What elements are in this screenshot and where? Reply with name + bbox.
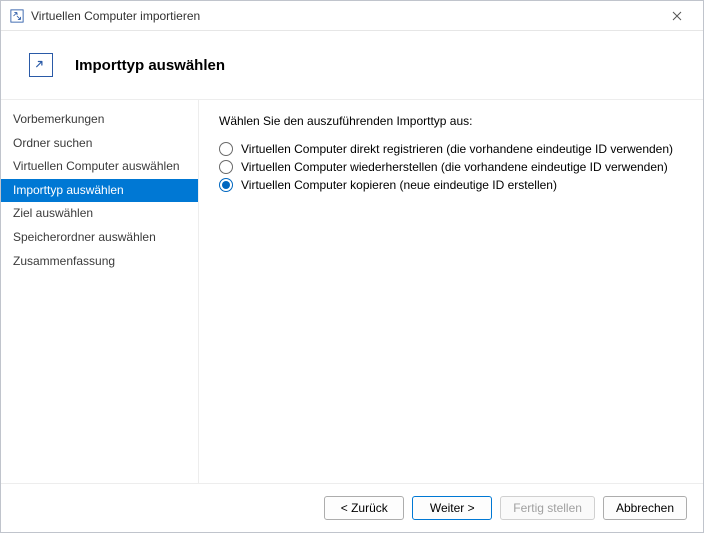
step-vm-auswaehlen[interactable]: Virtuellen Computer auswählen [1,155,198,179]
option-label: Virtuellen Computer wiederherstellen (di… [241,160,668,174]
import-icon [29,53,53,77]
wizard-body: Vorbemerkungen Ordner suchen Virtuellen … [1,100,703,483]
close-button[interactable] [657,2,697,30]
step-importtyp[interactable]: Importtyp auswählen [1,179,198,203]
option-register[interactable]: Virtuellen Computer direkt registrieren … [219,140,683,158]
wizard-content: Wählen Sie den auszuführenden Importtyp … [199,100,703,483]
titlebar: Virtuellen Computer importieren [1,1,703,31]
window-title: Virtuellen Computer importieren [31,9,657,23]
wizard-header: Importtyp auswählen [1,31,703,100]
wizard-footer: < Zurück Weiter > Fertig stellen Abbrech… [1,483,703,532]
step-speicherordner[interactable]: Speicherordner auswählen [1,226,198,250]
wizard-steps-sidebar: Vorbemerkungen Ordner suchen Virtuellen … [1,100,199,483]
option-copy[interactable]: Virtuellen Computer kopieren (neue einde… [219,176,683,194]
step-ordner-suchen[interactable]: Ordner suchen [1,132,198,156]
radio-icon [219,142,233,156]
next-button[interactable]: Weiter > [412,496,492,520]
step-zusammenfassung[interactable]: Zusammenfassung [1,250,198,274]
back-button[interactable]: < Zurück [324,496,404,520]
step-ziel[interactable]: Ziel auswählen [1,202,198,226]
radio-icon [219,160,233,174]
page-title: Importtyp auswählen [75,57,225,74]
option-restore[interactable]: Virtuellen Computer wiederherstellen (di… [219,158,683,176]
step-vorbemerkungen[interactable]: Vorbemerkungen [1,108,198,132]
app-icon [9,8,25,24]
radio-icon [219,178,233,192]
wizard-window: Virtuellen Computer importieren Importty… [0,0,704,533]
finish-button[interactable]: Fertig stellen [500,496,595,520]
content-prompt: Wählen Sie den auszuführenden Importtyp … [219,114,683,128]
close-icon [672,11,682,21]
option-label: Virtuellen Computer direkt registrieren … [241,142,673,156]
option-label: Virtuellen Computer kopieren (neue einde… [241,178,557,192]
cancel-button[interactable]: Abbrechen [603,496,687,520]
